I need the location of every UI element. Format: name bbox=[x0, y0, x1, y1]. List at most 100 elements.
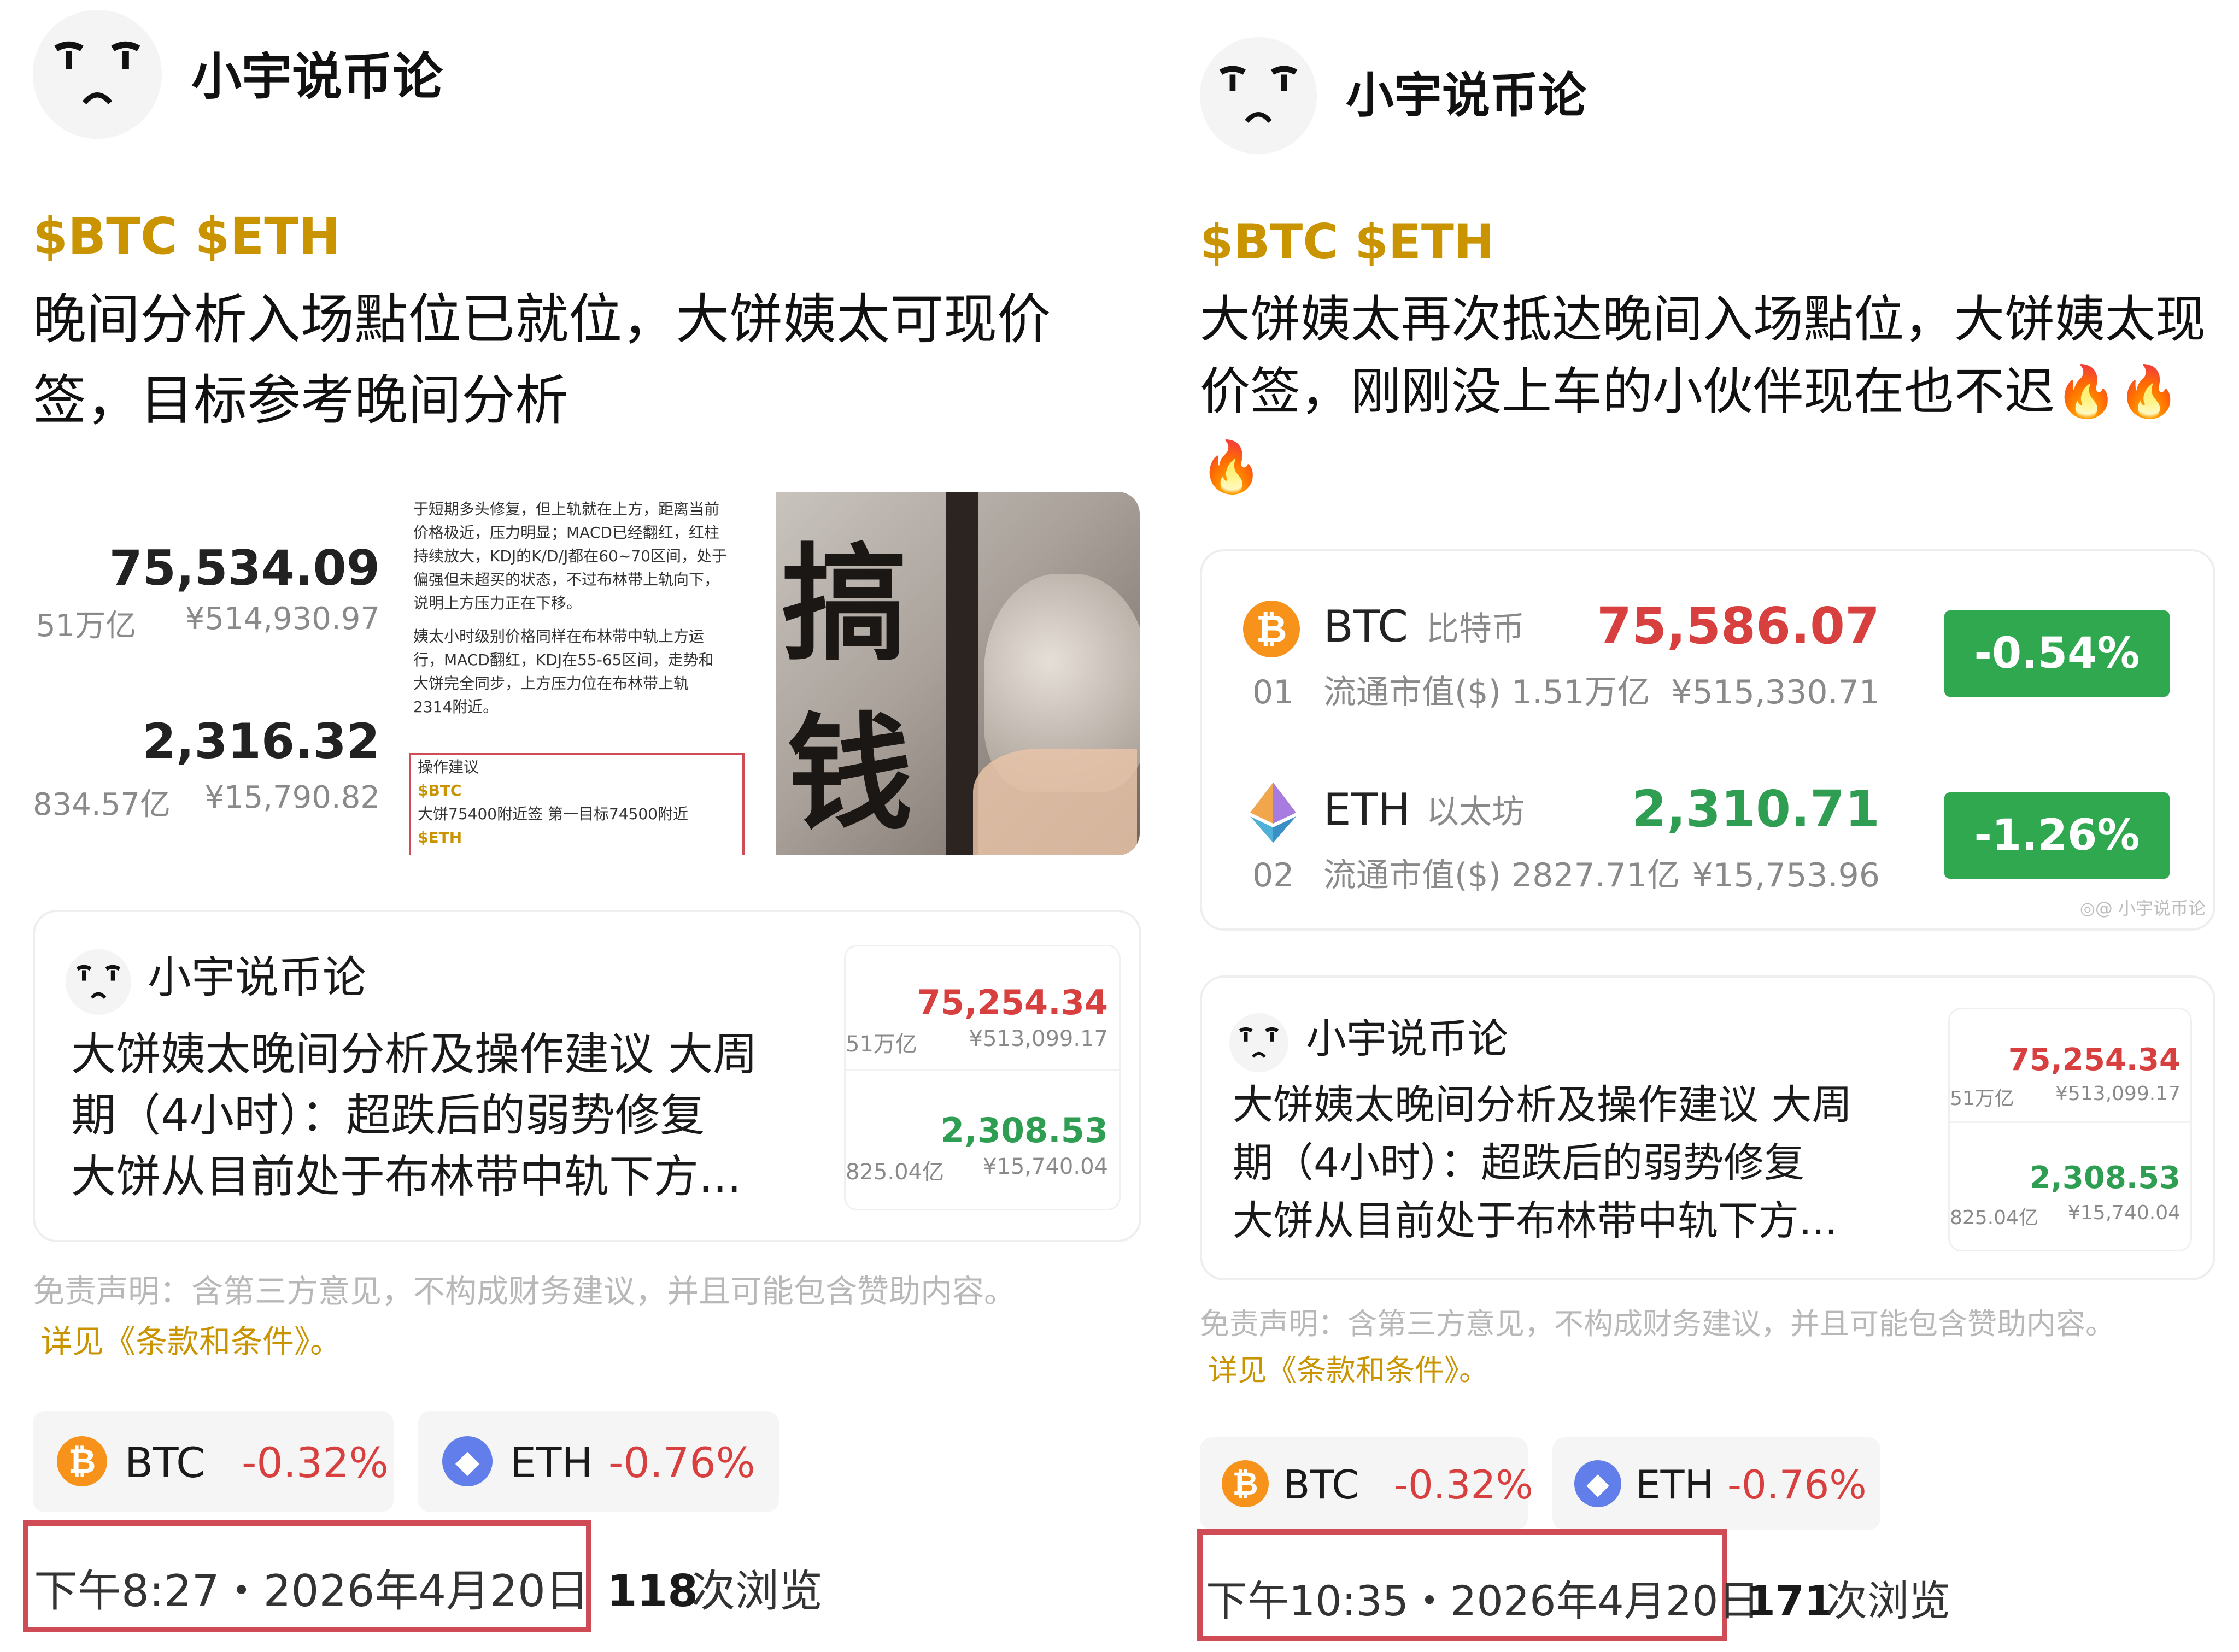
thumb-text-line: 持续放大，KDJ的K/D/J都在60~70区间，处于 bbox=[413, 547, 727, 565]
post-text-line-3: 🔥 bbox=[1200, 438, 1263, 496]
market-change-badge[interactable]: -0.54% bbox=[1944, 610, 2170, 697]
disclaimer-text: 免责声明：含第三方意见，不构成财务建议，并且可能包含赞助内容。 bbox=[33, 1273, 1016, 1310]
terms-link[interactable]: 详见《条款和条件》。 bbox=[1208, 1353, 1488, 1389]
quoted-eth-cap: 825.04亿 bbox=[1950, 1207, 2038, 1229]
btc-coin-icon: ₿ bbox=[57, 1436, 107, 1486]
quoted-line-3: 大饼从目前处于布林带中轨下方... bbox=[1233, 1197, 1838, 1244]
disclaimer-text: 免责声明：含第三方意见，不构成财务建议，并且可能包含赞助内容。 bbox=[1200, 1307, 2115, 1341]
post-panel-left: 小宇说币论 $BTC $ETH 晚间分析入场點位已就位，大饼姨太可现价 签，目标… bbox=[0, 0, 1159, 1652]
coin-chip-eth[interactable]: ◆ ETH -0.76% bbox=[418, 1411, 779, 1512]
market-cn-name: 以太坊 bbox=[1426, 793, 1525, 831]
eth-coin-icon: ◆ bbox=[442, 1436, 493, 1486]
thumb-advice-btc: $BTC bbox=[418, 781, 462, 799]
coin-chip-btc[interactable]: ₿ BTC -0.32% bbox=[33, 1411, 394, 1512]
watermark: ◎@ 小宇说币论 bbox=[2079, 898, 2206, 919]
quoted-market-thumb[interactable]: 75,254.34 51万亿 ¥513,099.17 2,308.53 825.… bbox=[844, 945, 1121, 1210]
chip-change: -0.76% bbox=[1727, 1462, 1867, 1508]
coin-chip-eth[interactable]: ◆ ETH -0.76% bbox=[1552, 1437, 1880, 1530]
views-count: 171 bbox=[1746, 1577, 1833, 1625]
quoted-eth-cny: ¥15,740.04 bbox=[2067, 1202, 2181, 1224]
author-avatar[interactable] bbox=[33, 10, 162, 139]
quoted-line-1: 大饼姨太晚间分析及操作建议 大周 bbox=[1233, 1081, 1853, 1128]
thumb-text-line: 行，MACD翻红，KDJ在55-65区间，走势和 bbox=[413, 651, 714, 669]
quoted-btc-cap: 51万亿 bbox=[846, 1032, 917, 1057]
chip-symbol: BTC bbox=[125, 1438, 206, 1487]
views-label: 次浏览 bbox=[691, 1566, 823, 1616]
market-symbol: BTC bbox=[1323, 601, 1408, 652]
author-name[interactable]: 小宇说币论 bbox=[1346, 66, 1586, 126]
quoted-btc-price: 75,254.34 bbox=[917, 983, 1108, 1022]
calligraphy-char-1: 搞 bbox=[782, 531, 908, 678]
thumb-text-line: 说明上方压力正在下移。 bbox=[413, 594, 582, 612]
market-symbol: ETH bbox=[1323, 784, 1411, 835]
quoted-btc-cny: ¥513,099.17 bbox=[969, 1026, 1108, 1051]
post-panel-right: 小宇说币论 $BTC $ETH 大饼姨太再次抵达晚间入场點位，大饼姨太现 价签，… bbox=[1181, 0, 2239, 1652]
thumb-advice-line: 大饼75400附近签 第一目标74500附近 bbox=[418, 805, 689, 823]
market-cap: 流通市值($) 1.51万亿 bbox=[1323, 673, 1650, 712]
market-rank: 02 bbox=[1252, 856, 1294, 895]
market-row-btc[interactable]: ₿ BTC 比特币 01 流通市值($) 1.51万亿 75,586.07 ¥5… bbox=[1202, 590, 2213, 732]
quoted-eth-price: 2,308.53 bbox=[2029, 1160, 2181, 1196]
image-thumb-analysis-text[interactable]: 于短期多头修复，但上轨就在上方，距离当前 价格极近，压力明显；MACD已经翻红，… bbox=[405, 492, 768, 855]
market-cn-name: 比特币 bbox=[1426, 610, 1525, 648]
thumb-btc-cny: ¥514,930.97 bbox=[185, 601, 380, 637]
thumb-text-line: 偏强但未超买的状态，不过布林带上轨向下， bbox=[413, 571, 720, 589]
thumb-text-line: 价格极近，压力明显；MACD已经翻红，红柱 bbox=[413, 524, 719, 542]
image-thumb-market[interactable]: 75,534.09 51万亿 ¥514,930.97 2,316.32 834.… bbox=[33, 492, 396, 855]
quoted-line-2: 期（4小时）：超跌后的弱势修复 bbox=[71, 1090, 705, 1142]
quoted-author-name[interactable]: 小宇说币论 bbox=[148, 950, 366, 1005]
market-rank: 01 bbox=[1252, 673, 1294, 712]
avatar-face-icon bbox=[76, 965, 121, 999]
post-text-line-1: 晚间分析入场點位已就位，大饼姨太可现价 bbox=[33, 289, 1051, 351]
thumb-eth-cny: ¥15,790.82 bbox=[204, 780, 380, 815]
thumb-btc-cap: 51万亿 bbox=[36, 608, 137, 644]
views-count: 118 bbox=[607, 1566, 698, 1616]
thumb-text-line: 姨太小时级别价格同样在布林带中轨上方运 bbox=[413, 627, 705, 645]
author-name[interactable]: 小宇说币论 bbox=[191, 47, 443, 107]
market-cap: 流通市值($) 2827.71亿 bbox=[1323, 856, 1680, 895]
quoted-author-avatar[interactable] bbox=[66, 949, 131, 1015]
market-card[interactable]: ₿ BTC 比特币 01 流通市值($) 1.51万亿 75,586.07 ¥5… bbox=[1200, 549, 2215, 931]
quoted-post-card[interactable]: 小宇说币论 大饼姨太晚间分析及操作建议 大周 期（4小时）：超跌后的弱势修复 大… bbox=[33, 910, 1141, 1242]
post-timestamp: 下午8:27・2026年4月20日 bbox=[34, 1566, 589, 1616]
market-change-badge[interactable]: -1.26% bbox=[1944, 792, 2170, 879]
quoted-eth-cny: ¥15,740.04 bbox=[982, 1154, 1108, 1179]
thumb-btc-price: 75,534.09 bbox=[109, 540, 380, 596]
market-price: 75,586.07 bbox=[1597, 597, 1880, 655]
coin-chip-btc[interactable]: ₿ BTC -0.32% bbox=[1200, 1437, 1533, 1530]
avatar-face-icon bbox=[1239, 1027, 1279, 1058]
avatar-face-icon bbox=[1219, 66, 1298, 123]
thumb-eth-price: 2,316.32 bbox=[142, 713, 380, 769]
post-tags[interactable]: $BTC $ETH bbox=[1200, 212, 1494, 272]
quoted-market-thumb[interactable]: 75,254.34 51万亿 ¥513,099.17 2,308.53 825.… bbox=[1948, 1008, 2192, 1251]
chip-symbol: ETH bbox=[510, 1438, 593, 1487]
quoted-eth-cap: 825.04亿 bbox=[846, 1160, 944, 1185]
author-avatar[interactable] bbox=[1200, 37, 1317, 154]
calligraphy-char-2: 钱 bbox=[787, 700, 913, 848]
quoted-btc-cap: 51万亿 bbox=[1950, 1087, 2014, 1110]
views-label: 次浏览 bbox=[1826, 1577, 1950, 1625]
post-tags[interactable]: $BTC $ETH bbox=[33, 207, 341, 267]
chip-change: -0.76% bbox=[608, 1438, 755, 1487]
market-cny: ¥15,753.96 bbox=[1692, 856, 1880, 895]
thumb-advice-box: 操作建议 $BTC 大饼75400附近签 第一目标74500附近 $ETH bbox=[409, 753, 745, 855]
chip-symbol: ETH bbox=[1636, 1462, 1714, 1508]
terms-link[interactable]: 详见《条款和条件》。 bbox=[40, 1322, 342, 1361]
image-thumb-calligraphy[interactable]: 搞 钱 bbox=[776, 492, 1140, 855]
chip-change: -0.32% bbox=[242, 1438, 389, 1487]
market-row-eth[interactable]: ETH 以太坊 02 流通市值($) 2827.71亿 2,310.71 ¥15… bbox=[1202, 773, 2213, 915]
market-price: 2,310.71 bbox=[1632, 780, 1880, 838]
post-text-line-2: 价签，刚刚没上车的小伙伴现在也不迟🔥🔥 bbox=[1200, 362, 2181, 421]
post-timestamp: 下午10:35・2026年4月20日 bbox=[1206, 1577, 1760, 1625]
eth-coin-icon bbox=[1246, 783, 1300, 843]
quoted-author-avatar[interactable] bbox=[1229, 1013, 1288, 1072]
thumb-advice-eth: $ETH bbox=[418, 828, 462, 846]
post-text-line-1: 大饼姨太再次抵达晚间入场點位，大饼姨太现 bbox=[1200, 290, 2206, 349]
eth-coin-icon: ◆ bbox=[1574, 1460, 1621, 1507]
quoted-line-2: 期（4小时）：超跌后的弱势修复 bbox=[1233, 1139, 1805, 1186]
quoted-line-3: 大饼从目前处于布林带中轨下方... bbox=[71, 1151, 742, 1203]
quoted-post-card[interactable]: 小宇说币论 大饼姨太晚间分析及操作建议 大周 期（4小时）：超跌后的弱势修复 大… bbox=[1200, 975, 2215, 1280]
quoted-author-name[interactable]: 小宇说币论 bbox=[1306, 1013, 1508, 1065]
thumb-advice-title: 操作建议 bbox=[418, 758, 479, 776]
quoted-btc-cny: ¥513,099.17 bbox=[2055, 1083, 2181, 1105]
